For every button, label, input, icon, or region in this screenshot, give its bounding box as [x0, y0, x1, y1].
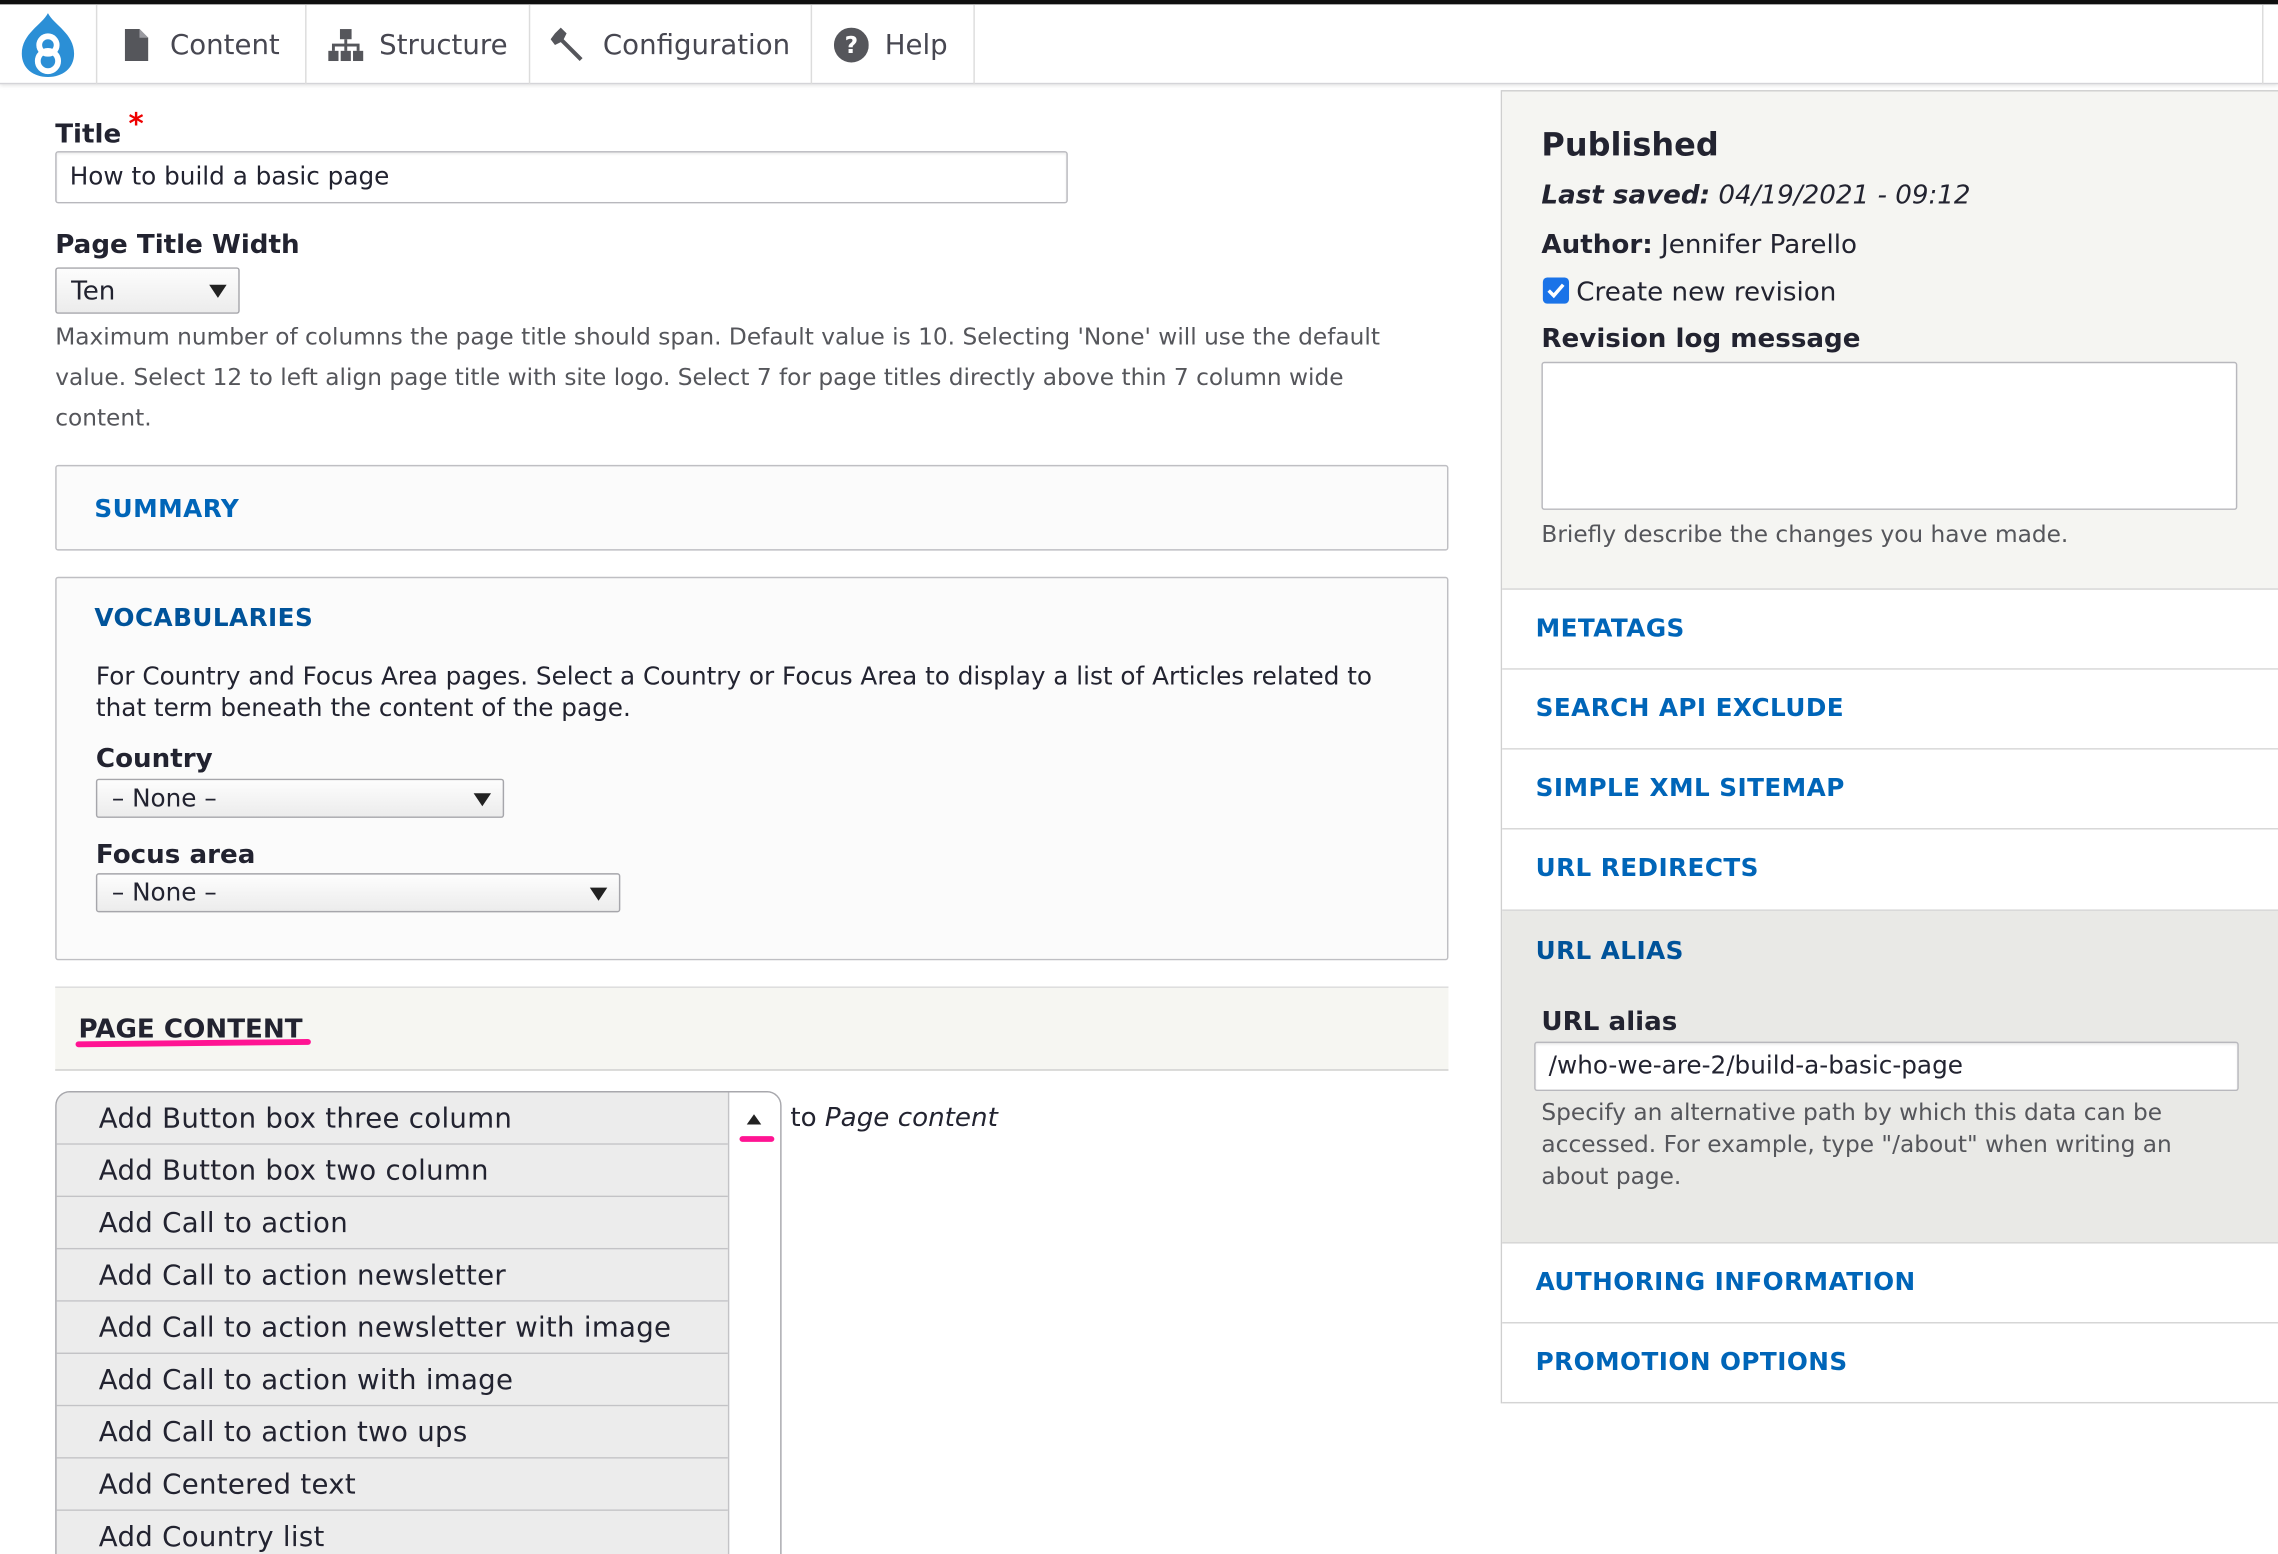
- scroll-up-arrow-icon[interactable]: [746, 1114, 762, 1125]
- entity-meta-header: Published Last saved: 04/19/2021 - 09:12…: [1502, 91, 2278, 590]
- wrench-icon: [550, 25, 589, 63]
- page-content-header: PAGE CONTENT: [55, 986, 1449, 1071]
- vocabularies-fieldset: VOCABULARIES For Country and Focus Area …: [55, 576, 1449, 961]
- chevron-down-icon: [209, 284, 227, 298]
- toolbar-help[interactable]: ? Help: [810, 4, 974, 85]
- revision-log-description: Briefly describe the changes you have ma…: [1541, 520, 2069, 548]
- last-saved: Last saved: 04/19/2021 - 09:12: [1541, 180, 1971, 211]
- chevron-down-icon: [589, 886, 608, 901]
- list-item[interactable]: Add Call to action newsletter: [56, 1249, 730, 1302]
- search-api-exclude-section[interactable]: SEARCH API EXCLUDE: [1502, 669, 2278, 750]
- to-page-content-text: to Page content: [790, 1102, 998, 1134]
- url-alias-input[interactable]: /who-we-are-2/build-a-basic-page: [1534, 1041, 2239, 1092]
- toolbar-configuration[interactable]: Configuration: [528, 4, 811, 85]
- page: Content Structure Configuration ? Help T…: [0, 0, 2278, 1554]
- toolbar-configuration-label: Configuration: [602, 28, 791, 61]
- authoring-information-section[interactable]: AUTHORING INFORMATION: [1502, 1243, 2278, 1324]
- country-label: Country: [95, 743, 213, 775]
- title-label: Title *: [55, 106, 144, 150]
- toolbar-content[interactable]: Content: [95, 4, 305, 85]
- url-alias-section: URL ALIAS URL alias /who-we-are-2/build-…: [1502, 910, 2278, 1244]
- url-redirects-toggle[interactable]: URL REDIRECTS: [1536, 854, 1759, 883]
- title-input-value: How to build a basic page: [69, 162, 390, 192]
- status-heading: Published: [1541, 127, 1719, 165]
- promotion-options-section[interactable]: PROMOTION OPTIONS: [1502, 1323, 2278, 1404]
- list-item[interactable]: Add Call to action two ups: [56, 1406, 730, 1459]
- promotion-options-toggle[interactable]: PROMOTION OPTIONS: [1536, 1348, 1848, 1377]
- page-title-width-value: Ten: [71, 275, 116, 306]
- toolbar-structure[interactable]: Structure: [305, 4, 529, 85]
- create-revision-label[interactable]: Create new revision: [1576, 277, 1836, 308]
- toolbar-divider-right: [2262, 4, 2264, 85]
- create-revision-checkbox[interactable]: [1542, 277, 1570, 304]
- list-item[interactable]: Add Centered text: [56, 1458, 730, 1511]
- focus-area-select[interactable]: – None –: [95, 873, 621, 913]
- focus-area-label: Focus area: [95, 839, 256, 871]
- url-alias-description: Specify an alternative path by which thi…: [1541, 1098, 2172, 1190]
- toolbar-help-label: Help: [884, 28, 948, 61]
- author-info: Author: Jennifer Parello: [1541, 229, 1858, 261]
- search-api-exclude-toggle[interactable]: SEARCH API EXCLUDE: [1536, 694, 1844, 723]
- revision-log-textarea[interactable]: [1541, 361, 2238, 510]
- toolbar-content-label: Content: [169, 28, 280, 61]
- sitemap-icon: [327, 25, 365, 63]
- admin-toolbar: Content Structure Configuration ? Help: [0, 0, 2278, 85]
- url-alias-toggle[interactable]: URL ALIAS: [1536, 937, 1684, 966]
- country-select[interactable]: – None –: [95, 778, 505, 818]
- url-redirects-section[interactable]: URL REDIRECTS: [1502, 829, 2278, 911]
- title-input[interactable]: How to build a basic page: [55, 151, 1068, 204]
- focus-area-select-value: – None –: [111, 878, 217, 908]
- url-alias-value: /who-we-are-2/build-a-basic-page: [1548, 1051, 1963, 1081]
- drupal-logo[interactable]: [0, 4, 96, 84]
- page-title-width-select[interactable]: Ten: [55, 267, 240, 314]
- checkmark-icon: [1547, 283, 1565, 299]
- country-select-value: – None –: [111, 783, 217, 813]
- simple-xml-sitemap-section[interactable]: SIMPLE XML SITEMAP: [1502, 749, 2278, 830]
- svg-text:?: ?: [845, 31, 858, 58]
- document-icon: [118, 25, 156, 63]
- annotation-underline-arrow: [739, 1136, 775, 1142]
- drupal-logo-icon: [21, 12, 75, 77]
- url-alias-label: URL alias: [1541, 1006, 1678, 1038]
- summary-details[interactable]: SUMMARY: [55, 464, 1449, 551]
- metatags-section[interactable]: METATAGS: [1502, 589, 2278, 670]
- list-item[interactable]: Add Button box two column: [56, 1144, 730, 1198]
- summary-toggle[interactable]: SUMMARY: [94, 495, 239, 524]
- toolbar-structure-label: Structure: [379, 28, 508, 61]
- vocabularies-title: VOCABULARIES: [94, 604, 314, 634]
- simple-xml-sitemap-toggle[interactable]: SIMPLE XML SITEMAP: [1536, 774, 1845, 803]
- list-item[interactable]: Add Country list: [56, 1510, 730, 1554]
- required-marker: *: [128, 106, 144, 141]
- entity-meta-sidebar: Published Last saved: 04/19/2021 - 09:12…: [1500, 90, 2278, 1404]
- list-item[interactable]: Add Call to action newsletter with image: [56, 1301, 730, 1355]
- vocabularies-description: For Country and Focus Area pages. Select…: [95, 662, 1373, 724]
- listbox-scrollbar[interactable]: [727, 1092, 781, 1554]
- revision-log-label: Revision log message: [1541, 323, 1861, 355]
- authoring-information-toggle[interactable]: AUTHORING INFORMATION: [1536, 1268, 1916, 1297]
- toolbar-divider: [973, 4, 975, 85]
- list-item[interactable]: Add Call to action: [56, 1197, 730, 1250]
- add-paragraph-listbox[interactable]: Add Button box three column Add Button b…: [55, 1091, 782, 1554]
- list-item[interactable]: Add Call to action with image: [56, 1354, 730, 1407]
- page-title-width-label: Page Title Width: [55, 229, 300, 261]
- add-paragraph-options: Add Button box three column Add Button b…: [56, 1092, 730, 1554]
- metatags-toggle[interactable]: METATAGS: [1536, 615, 1685, 644]
- question-icon: ?: [832, 25, 870, 63]
- chevron-down-icon: [473, 792, 492, 806]
- list-item[interactable]: Add Button box three column: [56, 1092, 730, 1145]
- page-title-width-description: Maximum number of columns the page title…: [55, 322, 1380, 432]
